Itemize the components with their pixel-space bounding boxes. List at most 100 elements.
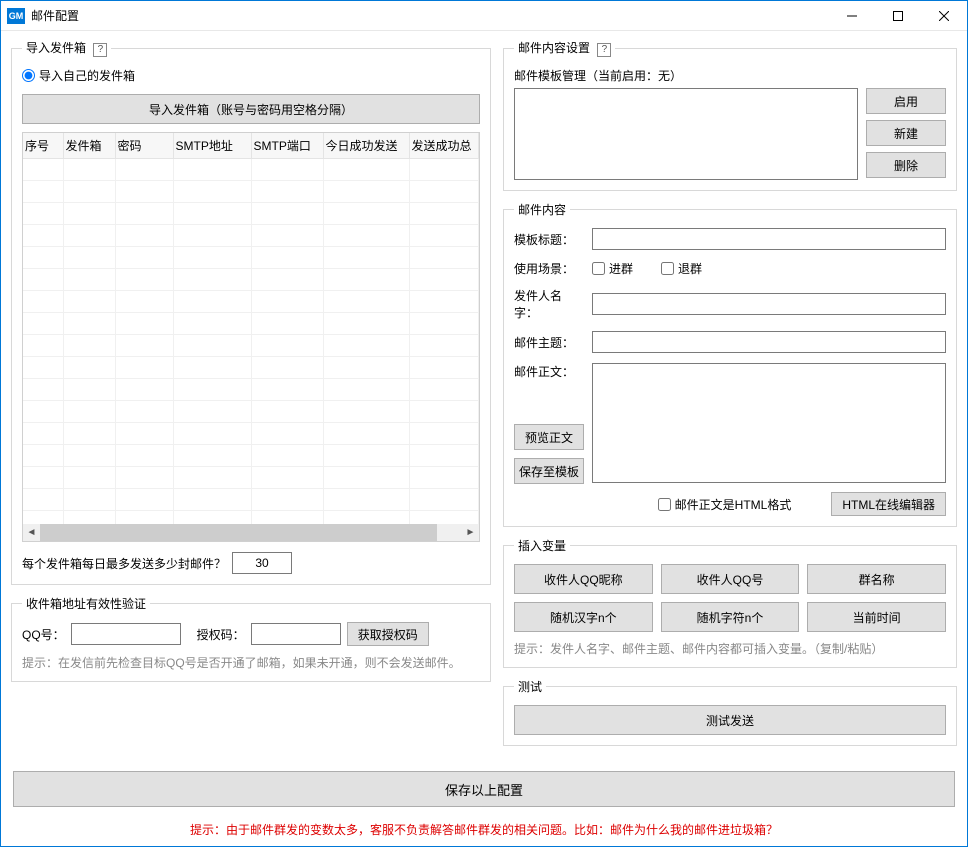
col-index[interactable]: 序号 (23, 133, 63, 159)
scroll-thumb[interactable] (40, 524, 437, 541)
scroll-left-icon[interactable]: ◄ (23, 524, 40, 541)
import-mode-row: 导入自己的发件箱 (22, 67, 480, 84)
html-format-checkbox[interactable] (658, 498, 671, 511)
auth-label: 授权码： (197, 626, 245, 643)
max-send-label: 每个发件箱每日最多发送多少封邮件？ (22, 555, 226, 572)
col-smtp-addr[interactable]: SMTP地址 (173, 133, 251, 159)
var-current-time-button[interactable]: 当前时间 (807, 602, 946, 632)
import-senders-button[interactable]: 导入发件箱（账号与密码用空格分隔） (22, 94, 480, 124)
table-row[interactable] (23, 291, 479, 313)
template-title-row: 模板标题： (514, 228, 946, 250)
save-to-template-button[interactable]: 保存至模板 (514, 458, 584, 484)
var-random-char-button[interactable]: 随机字符n个 (661, 602, 800, 632)
variables-grid: 收件人QQ昵称 收件人QQ号 群名称 随机汉字n个 随机字符n个 当前时间 (514, 564, 946, 632)
table-row[interactable] (23, 445, 479, 467)
auth-input[interactable] (251, 623, 341, 645)
validation-tip: 提示：在发信前先检查目标QQ号是否开通了邮箱，如果未开通，则不会发送邮件。 (22, 654, 480, 671)
table-row[interactable] (23, 489, 479, 511)
test-send-button[interactable]: 测试发送 (514, 705, 946, 735)
help-icon[interactable]: ? (93, 43, 107, 57)
col-password[interactable]: 密码 (115, 133, 173, 159)
table-hscrollbar[interactable]: ◄ ► (23, 524, 479, 541)
validation-legend: 收件箱地址有效性验证 (22, 595, 150, 612)
max-send-row: 每个发件箱每日最多发送多少封邮件？ (22, 552, 480, 574)
content-settings-section: 邮件内容设置 ? 邮件模板管理（当前启用：无） 启用 新建 删除 (503, 39, 957, 191)
test-section: 测试 测试发送 (503, 678, 957, 746)
get-auth-button[interactable]: 获取授权码 (347, 622, 429, 646)
var-group-name-button[interactable]: 群名称 (807, 564, 946, 594)
window-title: 邮件配置 (31, 7, 79, 24)
import-own-radio[interactable] (22, 69, 35, 82)
qq-input[interactable] (71, 623, 181, 645)
close-button[interactable] (921, 1, 967, 31)
table-row[interactable] (23, 203, 479, 225)
validation-section: 收件箱地址有效性验证 QQ号： 授权码： 获取授权码 提示：在发信前先检查目标Q… (11, 595, 491, 682)
scene-label: 使用场景： (514, 260, 584, 277)
subject-input[interactable] (592, 331, 946, 353)
import-section-title: 导入发件箱 (26, 41, 86, 55)
help-icon[interactable]: ? (597, 43, 611, 57)
variables-section: 插入变量 收件人QQ昵称 收件人QQ号 群名称 随机汉字n个 随机字符n个 当前… (503, 537, 957, 668)
join-group-checkbox[interactable] (592, 262, 605, 275)
import-section-legend: 导入发件箱 ? (22, 39, 111, 57)
var-qq-number-button[interactable]: 收件人QQ号 (661, 564, 800, 594)
senders-table[interactable]: 序号 发件箱 密码 SMTP地址 SMTP端口 今日成功发送 发送成功总 (23, 133, 479, 533)
table-row[interactable] (23, 357, 479, 379)
new-template-button[interactable]: 新建 (866, 120, 946, 146)
scroll-track[interactable] (40, 524, 462, 541)
save-config-button[interactable]: 保存以上配置 (13, 771, 955, 807)
preview-body-button[interactable]: 预览正文 (514, 424, 584, 450)
validation-row: QQ号： 授权码： 获取授权码 (22, 622, 480, 646)
var-qq-nick-button[interactable]: 收件人QQ昵称 (514, 564, 653, 594)
col-today-sent[interactable]: 今日成功发送 (323, 133, 409, 159)
var-random-hanzi-button[interactable]: 随机汉字n个 (514, 602, 653, 632)
test-legend: 测试 (514, 678, 546, 695)
mail-content-legend: 邮件内容 (514, 201, 570, 218)
right-column: 邮件内容设置 ? 邮件模板管理（当前启用：无） 启用 新建 删除 邮件 (503, 39, 957, 761)
table-row[interactable] (23, 401, 479, 423)
subject-row: 邮件主题： (514, 331, 946, 353)
table-row[interactable] (23, 247, 479, 269)
table-row[interactable] (23, 423, 479, 445)
app-icon: GM (7, 8, 25, 24)
sender-name-input[interactable] (592, 293, 946, 315)
titlebar: GM 邮件配置 (1, 1, 967, 31)
import-senders-section: 导入发件箱 ? 导入自己的发件箱 导入发件箱（账号与密码用空格分隔） 序号 (11, 39, 491, 585)
left-column: 导入发件箱 ? 导入自己的发件箱 导入发件箱（账号与密码用空格分隔） 序号 (11, 39, 491, 761)
sender-name-row: 发件人名字： (514, 287, 946, 321)
leave-group-label: 退群 (678, 260, 702, 277)
template-list[interactable] (514, 88, 858, 180)
col-sender[interactable]: 发件箱 (63, 133, 115, 159)
join-group-option[interactable]: 进群 (592, 260, 633, 277)
body-textarea[interactable] (592, 363, 946, 483)
mail-content-section: 邮件内容 模板标题： 使用场景： 进群 退群 (503, 201, 957, 527)
html-format-option[interactable]: 邮件正文是HTML格式 (658, 496, 792, 513)
table-row[interactable] (23, 181, 479, 203)
template-area: 启用 新建 删除 (514, 88, 946, 180)
table-row[interactable] (23, 379, 479, 401)
enable-template-button[interactable]: 启用 (866, 88, 946, 114)
maximize-button[interactable] (875, 1, 921, 31)
html-editor-button[interactable]: HTML在线编辑器 (831, 492, 946, 516)
table-row[interactable] (23, 467, 479, 489)
body-left-col: 邮件正文： 预览正文 保存至模板 (514, 363, 584, 484)
table-row[interactable] (23, 159, 479, 181)
html-row: 邮件正文是HTML格式 HTML在线编辑器 (514, 492, 946, 516)
table-row[interactable] (23, 335, 479, 357)
scroll-right-icon[interactable]: ► (462, 524, 479, 541)
bottom-warning: 提示：由于邮件群发的变数太多，客服不负责解答邮件群发的相关问题。比如：邮件为什么… (1, 817, 967, 846)
max-send-input[interactable] (232, 552, 292, 574)
minimize-button[interactable] (829, 1, 875, 31)
col-total-sent[interactable]: 发送成功总 (409, 133, 479, 159)
leave-group-option[interactable]: 退群 (661, 260, 702, 277)
save-bar: 保存以上配置 (1, 761, 967, 817)
table-row[interactable] (23, 269, 479, 291)
app-window: GM 邮件配置 导入发件箱 ? (0, 0, 968, 847)
table-row[interactable] (23, 313, 479, 335)
delete-template-button[interactable]: 删除 (866, 152, 946, 178)
template-title-input[interactable] (592, 228, 946, 250)
template-title-label: 模板标题： (514, 231, 584, 248)
leave-group-checkbox[interactable] (661, 262, 674, 275)
table-row[interactable] (23, 225, 479, 247)
col-smtp-port[interactable]: SMTP端口 (251, 133, 323, 159)
